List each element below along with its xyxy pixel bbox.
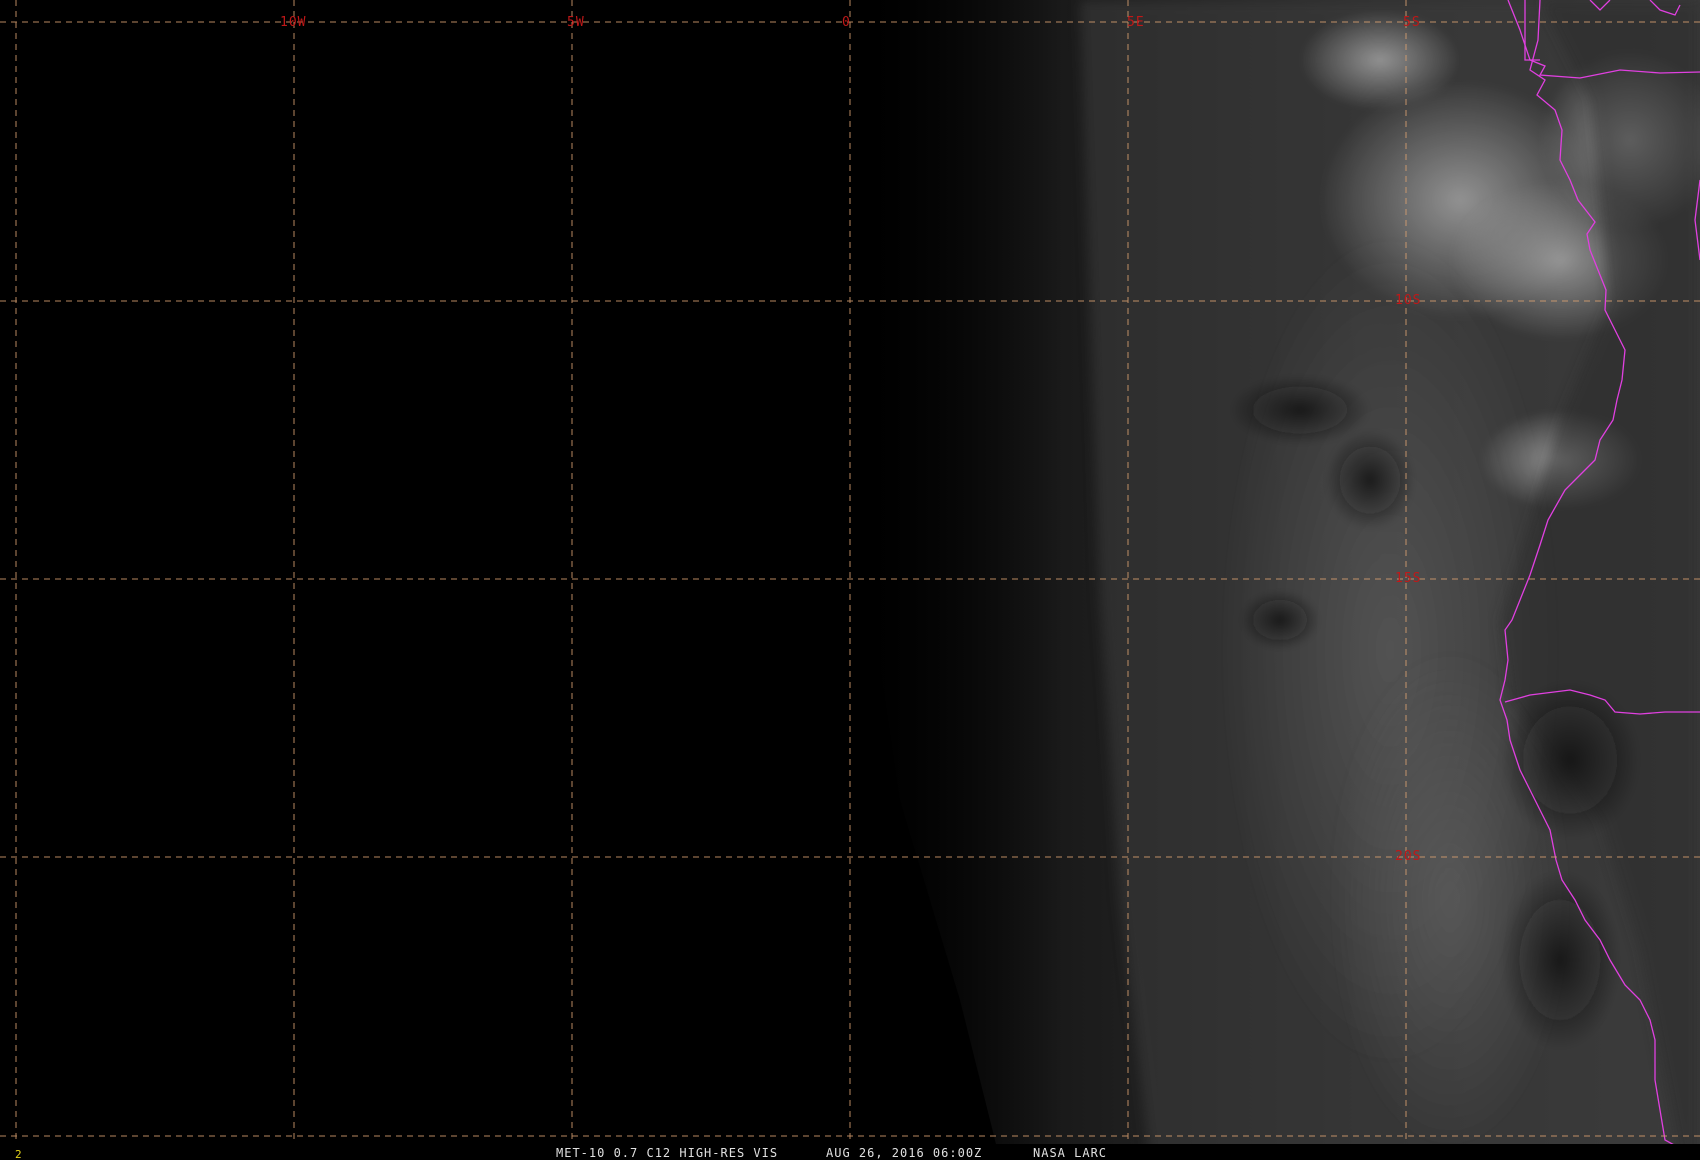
latitude-label-20s: 20S — [1395, 849, 1421, 864]
longitude-label-5e: 5E — [1127, 15, 1145, 30]
longitude-label-0: 0 — [842, 15, 851, 30]
longitude-label-5w: 5W — [567, 15, 585, 30]
caption-datetime: AUG 26, 2016 06:00Z — [826, 1146, 982, 1160]
frame-number: 2 — [15, 1148, 22, 1160]
latitude-label-5s: 5S — [1403, 15, 1421, 30]
satellite-map: 10W 5W 0 5E 5S 10S 15S 20S 2 MET-10 0.7 … — [0, 0, 1700, 1160]
caption-satellite: MET-10 0.7 C12 HIGH-RES VIS — [556, 1146, 778, 1160]
latitude-label-15s: 15S — [1395, 571, 1421, 586]
longitude-label-10w: 10W — [280, 15, 306, 30]
satellite-imagery — [0, 0, 1700, 1160]
satellite-image-viewer: 10W 5W 0 5E 5S 10S 15S 20S 2 MET-10 0.7 … — [0, 0, 1700, 1160]
latitude-label-10s: 10S — [1395, 293, 1421, 308]
caption-source: NASA LARC — [1033, 1146, 1107, 1160]
